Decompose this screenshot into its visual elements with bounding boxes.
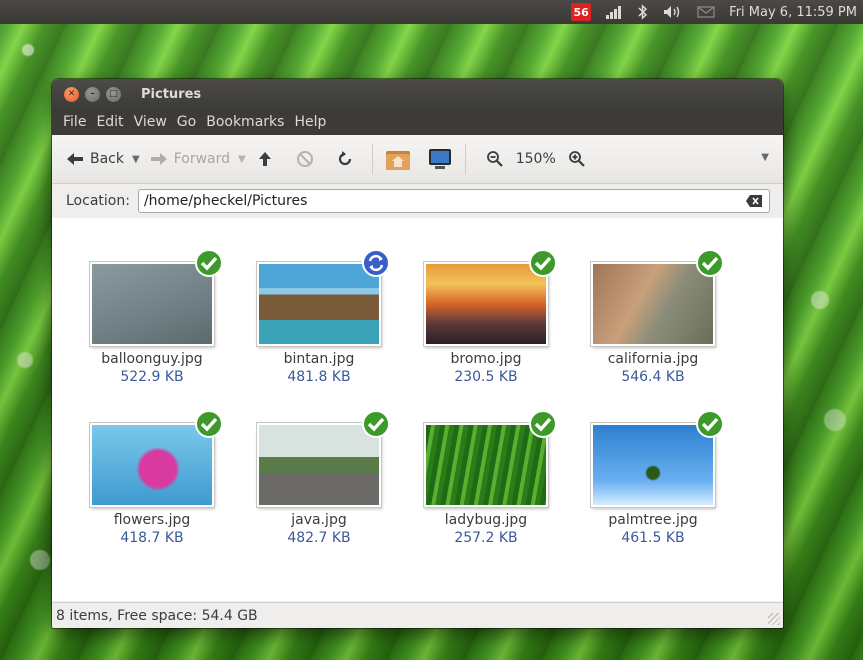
reload-icon <box>338 151 351 166</box>
file-size: 522.9 KB <box>120 369 184 385</box>
toolbar-overflow-dropdown[interactable]: ▼ <box>761 152 769 163</box>
menu-bar: File Edit View Go Bookmarks Help <box>52 109 783 135</box>
location-input[interactable]: /home/pheckel/Pictures <box>137 189 770 213</box>
maximize-button[interactable]: □ <box>106 86 121 102</box>
panel-clock[interactable]: Fri May 6, 11:59 PM <box>729 5 857 20</box>
back-history-dropdown[interactable]: ▼ <box>132 154 140 165</box>
close-button[interactable]: ✕ <box>64 86 79 102</box>
file-size: 481.8 KB <box>287 369 351 385</box>
notification-badge: 56 <box>571 3 592 21</box>
computer-button[interactable] <box>427 143 453 175</box>
status-bar: 8 items, Free space: 54.4 GB <box>52 602 783 628</box>
file-name: java.jpg <box>291 512 347 528</box>
resize-grip[interactable] <box>768 613 780 625</box>
computer-icon <box>428 149 451 169</box>
up-arrow-icon <box>258 152 271 166</box>
file-manager-window: ✕ – □ Pictures File Edit View Go Bookmar… <box>52 79 783 628</box>
location-value: /home/pheckel/Pictures <box>143 193 308 209</box>
file-name: flowers.jpg <box>113 512 191 528</box>
location-label: Location: <box>66 193 130 209</box>
file-name: ladybug.jpg <box>444 512 528 528</box>
check-emblem-icon <box>362 410 390 438</box>
file-item[interactable]: ladybug.jpg 257.2 KB <box>406 410 566 546</box>
check-emblem-icon <box>529 249 557 277</box>
file-size: 257.2 KB <box>454 530 518 546</box>
forward-history-dropdown[interactable]: ▼ <box>238 154 246 165</box>
menu-bookmarks[interactable]: Bookmarks <box>201 114 289 130</box>
toolbar-separator <box>371 144 373 174</box>
reload-button[interactable] <box>336 143 354 175</box>
forward-button[interactable]: Forward <box>150 143 230 175</box>
check-emblem-icon <box>696 410 724 438</box>
toolbar: Back ▼ Forward ▼ 150% ▼ <box>52 135 783 184</box>
window-title: Pictures <box>141 86 202 102</box>
file-item[interactable]: palmtree.jpg 461.5 KB <box>573 410 733 546</box>
check-emblem-icon <box>195 249 223 277</box>
stop-button[interactable] <box>296 143 314 175</box>
menu-go[interactable]: Go <box>172 114 201 130</box>
check-emblem-icon <box>529 410 557 438</box>
file-size: 546.4 KB <box>621 369 685 385</box>
zoom-in-icon <box>568 151 585 167</box>
menu-view[interactable]: View <box>129 114 172 130</box>
file-item[interactable]: bromo.jpg 230.5 KB <box>406 249 566 385</box>
home-button[interactable] <box>385 143 411 175</box>
bluetooth-icon[interactable] <box>637 0 649 24</box>
mail-icon[interactable] <box>697 0 715 24</box>
forward-label: Forward <box>173 151 231 167</box>
back-label: Back <box>90 151 124 167</box>
file-size: 461.5 KB <box>621 530 685 546</box>
file-item[interactable]: california.jpg 546.4 KB <box>573 249 733 385</box>
icon-view[interactable]: balloonguy.jpg 522.9 KB bintan.jpg 481.8… <box>52 218 783 601</box>
notification-indicator[interactable]: 56 <box>571 0 592 24</box>
menu-file[interactable]: File <box>58 114 91 130</box>
window-titlebar[interactable]: ✕ – □ Pictures <box>52 79 783 109</box>
sync-emblem-icon <box>362 249 390 277</box>
file-item[interactable]: bintan.jpg 481.8 KB <box>239 249 399 385</box>
back-button[interactable]: Back <box>66 143 124 175</box>
file-name: bintan.jpg <box>283 351 355 367</box>
file-item[interactable]: java.jpg 482.7 KB <box>239 410 399 546</box>
menu-edit[interactable]: Edit <box>91 114 128 130</box>
forward-arrow-icon <box>150 153 167 165</box>
stop-icon <box>296 151 313 167</box>
clear-location-icon[interactable] <box>745 194 763 208</box>
minimize-button[interactable]: – <box>85 86 100 102</box>
check-emblem-icon <box>195 410 223 438</box>
file-size: 230.5 KB <box>454 369 518 385</box>
file-name: balloonguy.jpg <box>101 351 203 367</box>
zoom-out-button[interactable] <box>486 143 504 175</box>
file-size: 418.7 KB <box>120 530 184 546</box>
check-emblem-icon <box>696 249 724 277</box>
file-item[interactable]: flowers.jpg 418.7 KB <box>72 410 232 546</box>
home-folder-icon <box>385 151 410 170</box>
file-size: 482.7 KB <box>287 530 351 546</box>
file-name: bromo.jpg <box>450 351 522 367</box>
toolbar-separator <box>464 144 466 174</box>
up-button[interactable] <box>258 143 272 175</box>
file-name: palmtree.jpg <box>608 512 698 528</box>
zoom-out-icon <box>486 151 503 167</box>
file-item[interactable]: balloonguy.jpg 522.9 KB <box>72 249 232 385</box>
top-panel: 56 Fri May 6, 11:59 PM <box>0 0 863 24</box>
back-arrow-icon <box>67 153 83 165</box>
network-signal-icon[interactable] <box>605 0 623 24</box>
menu-help[interactable]: Help <box>289 114 331 130</box>
file-name: california.jpg <box>607 351 699 367</box>
volume-icon[interactable] <box>663 0 683 24</box>
location-bar: Location: /home/pheckel/Pictures <box>52 184 783 219</box>
zoom-level[interactable]: 150% <box>516 151 556 167</box>
zoom-in-button[interactable] <box>568 143 586 175</box>
status-text: 8 items, Free space: 54.4 GB <box>56 607 258 624</box>
